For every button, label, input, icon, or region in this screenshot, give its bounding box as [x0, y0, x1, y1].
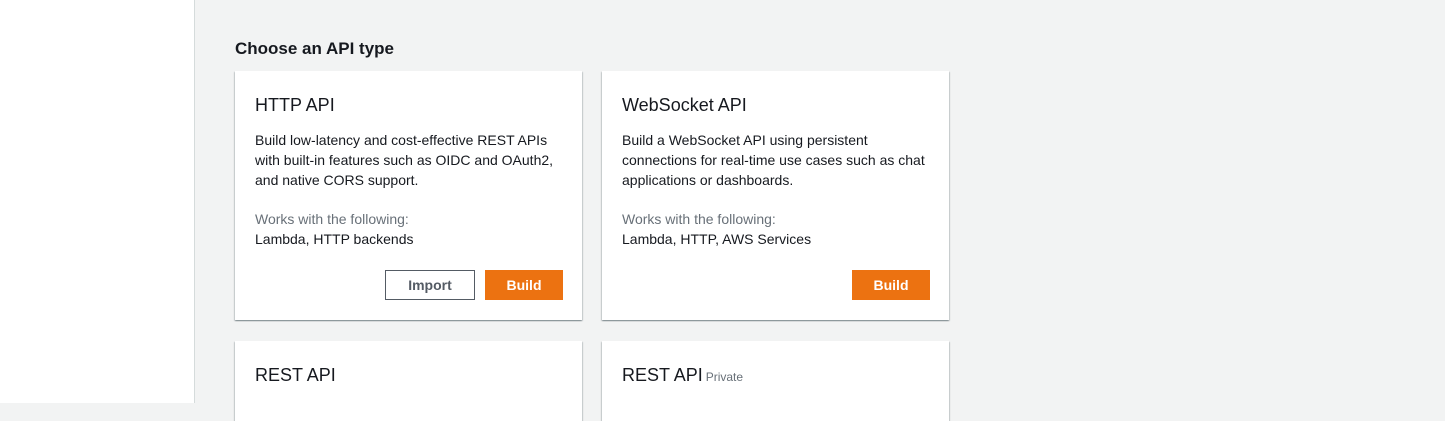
- side-panel: [0, 0, 195, 403]
- card-title: REST API: [622, 365, 703, 385]
- build-button[interactable]: Build: [485, 270, 563, 300]
- works-with-value: Lambda, HTTP backends: [255, 231, 414, 247]
- card-title: HTTP API: [255, 95, 335, 115]
- websocket-api-card: WebSocket API Build a WebSocket API usin…: [602, 71, 949, 320]
- card-description: Build a WebSocket API using persistent c…: [622, 132, 925, 188]
- card-title: REST API: [255, 365, 336, 385]
- page-heading: Choose an API type: [235, 39, 395, 58]
- works-with-label: Works with the following:: [255, 211, 409, 227]
- works-with-value: Lambda, HTTP, AWS Services: [622, 231, 812, 247]
- card-description: Build low-latency and cost-effective RES…: [255, 132, 554, 188]
- works-with: Works with the following: Lambda, HTTP, A…: [622, 209, 811, 249]
- http-api-card: HTTP API Build low-latency and cost-effe…: [235, 71, 582, 320]
- card-title: WebSocket API: [622, 95, 747, 115]
- build-button[interactable]: Build: [852, 270, 930, 300]
- import-button[interactable]: Import: [385, 270, 475, 300]
- card-subtitle: Private: [705, 370, 744, 384]
- works-with-label: Works with the following:: [622, 211, 776, 227]
- rest-api-card: REST API: [235, 341, 582, 421]
- rest-api-private-card: REST API Private: [602, 341, 949, 421]
- card-title-wrap: REST API Private: [622, 365, 743, 386]
- works-with: Works with the following: Lambda, HTTP ba…: [255, 209, 414, 249]
